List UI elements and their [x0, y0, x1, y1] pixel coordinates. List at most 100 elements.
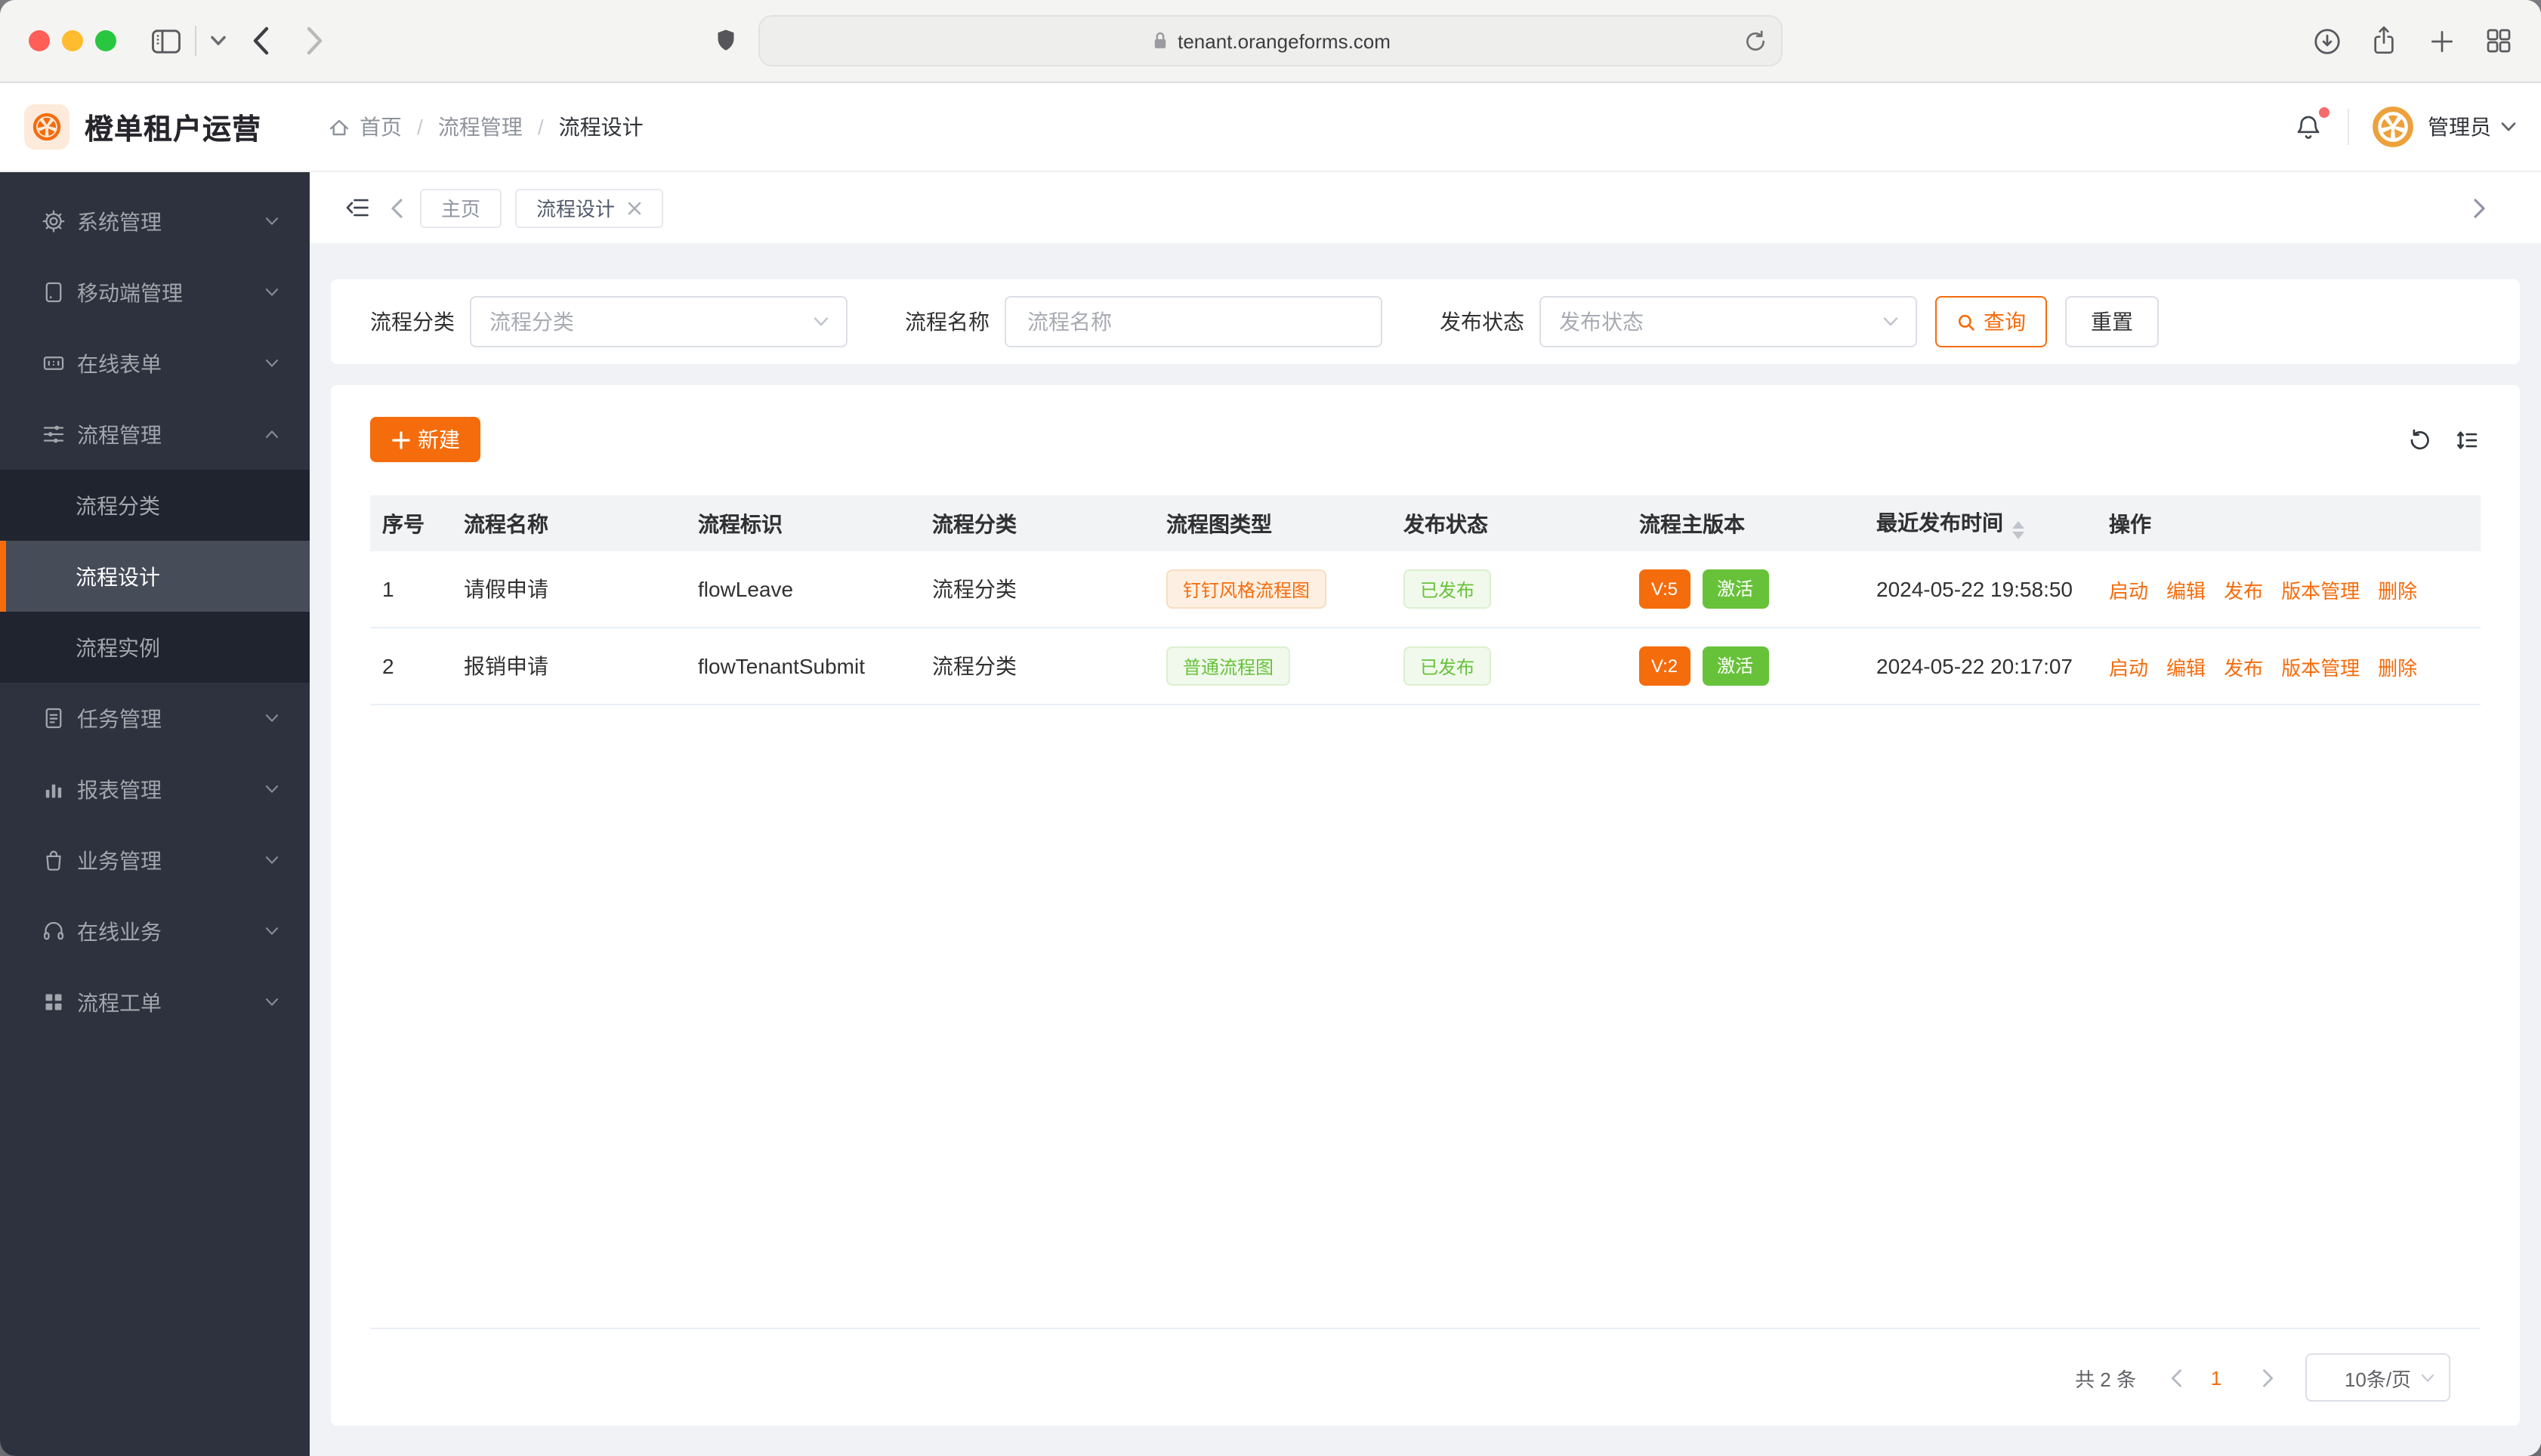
page-number[interactable]: 1 — [2195, 1366, 2237, 1389]
sidebar-item-flow-design[interactable]: 流程设计 — [0, 541, 310, 612]
download-icon[interactable] — [2311, 25, 2343, 57]
action-delete-link[interactable]: 删除 — [2378, 656, 2417, 679]
filter-category-select[interactable]: 流程分类 — [470, 296, 848, 347]
form-icon — [41, 350, 66, 376]
tasks-icon — [41, 705, 66, 731]
breadcrumb-separator: / — [537, 115, 544, 139]
version-badge: V:2 — [1639, 646, 1690, 686]
tab-home[interactable]: 主页 — [420, 188, 502, 227]
action-delete-link[interactable]: 删除 — [2378, 579, 2417, 602]
screen: tenant.orangeforms.com 橙单租户运营 首页 / 流程管理 … — [0, 0, 2541, 1456]
menu-fold-icon[interactable] — [344, 195, 370, 221]
plus-icon — [391, 430, 410, 449]
breadcrumb-home[interactable]: 首页 — [360, 112, 402, 142]
sidebar-item-task-mgmt[interactable]: 任务管理 — [0, 683, 310, 754]
cell-flow-category: 流程分类 — [932, 551, 1166, 628]
notifications-button[interactable] — [2293, 106, 2330, 143]
sidebar-item-workflow-order[interactable]: 流程工单 — [0, 967, 310, 1038]
app-logo citrus-icon — [24, 104, 69, 150]
select-placeholder: 发布状态 — [1559, 310, 1644, 334]
filter-name-input[interactable] — [1024, 308, 1363, 335]
table-row: 1 请假申请 flowLeave 流程分类 钉钉风格流程图 已发布 V:5 激活 … — [370, 551, 2481, 628]
tab-flow-design[interactable]: 流程设计 — [515, 188, 664, 227]
col-publish-status: 发布状态 — [1403, 495, 1639, 551]
sidebar-toggle-icon[interactable] — [151, 28, 181, 54]
url-bar[interactable]: tenant.orangeforms.com — [758, 15, 1783, 66]
app-title: 橙单租户运营 — [85, 114, 262, 146]
action-version-mgmt-link[interactable]: 版本管理 — [2281, 579, 2360, 602]
reset-button-label: 重置 — [2091, 310, 2133, 334]
sidebar-item-workflow-mgmt[interactable]: 流程管理 — [0, 399, 310, 470]
close-tab-icon[interactable] — [627, 200, 642, 215]
minimize-window-button[interactable] — [62, 30, 83, 51]
refresh-icon[interactable] — [2407, 427, 2432, 452]
sidebar-item-label: 流程管理 — [77, 422, 162, 446]
action-publish-link[interactable]: 发布 — [2224, 656, 2263, 679]
sidebar-item-online-forms[interactable]: 在线表单 — [0, 328, 310, 399]
user-name[interactable]: 管理员 — [2428, 112, 2491, 142]
table-card: 新建 序号 流程名称 流程标识 流程分类 流程图类型 发布状态 流程主版本 最近… — [331, 385, 2520, 1426]
action-start-link[interactable]: 启动 — [2109, 656, 2148, 679]
col-diagram-type: 流程图类型 — [1166, 495, 1403, 551]
sidebar-item-flow-instance[interactable]: 流程实例 — [0, 612, 310, 683]
filter-status-label: 发布状态 — [1440, 310, 1524, 334]
cell-published-time: 2024-05-22 20:17:07 — [1876, 628, 2109, 705]
action-version-mgmt-link[interactable]: 版本管理 — [2281, 656, 2360, 679]
chevron-down-icon — [2420, 1372, 2435, 1383]
search-icon — [1956, 312, 1976, 332]
tabs-scroll-left-icon[interactable] — [390, 197, 403, 218]
forward-icon[interactable] — [305, 26, 325, 56]
chevron-down-icon — [1882, 316, 1899, 328]
sidebar-item-system-mgmt[interactable]: 系统管理 — [0, 186, 310, 257]
breadcrumb-separator: / — [417, 115, 423, 139]
mobile-icon — [41, 279, 66, 305]
sliders-icon — [41, 421, 66, 447]
lock-icon — [1150, 30, 1169, 51]
window-controls — [29, 30, 116, 51]
new-tab-icon[interactable] — [2428, 26, 2456, 55]
cell-flow-name: 请假申请 — [464, 551, 698, 628]
page-size-select[interactable]: 10条/页 — [2305, 1353, 2450, 1402]
back-icon[interactable] — [251, 26, 270, 56]
tabs-scroll-right-icon[interactable] — [2473, 197, 2487, 218]
avatar citrus-icon[interactable] — [2370, 104, 2416, 150]
share-icon[interactable] — [2369, 24, 2399, 57]
home-icon[interactable] — [328, 116, 350, 138]
col-actions: 操作 — [2109, 495, 2481, 551]
action-edit-link[interactable]: 编辑 — [2166, 656, 2206, 679]
zoom-window-button[interactable] — [95, 30, 116, 51]
header-divider — [2348, 109, 2349, 145]
create-button[interactable]: 新建 — [370, 417, 480, 462]
cell-published-time: 2024-05-22 19:58:50 — [1876, 551, 2109, 628]
toolbar-chevron-down-icon[interactable] — [210, 35, 227, 47]
sidebar-item-mobile-mgmt[interactable]: 移动端管理 — [0, 257, 310, 328]
action-publish-link[interactable]: 发布 — [2224, 579, 2263, 602]
action-edit-link[interactable]: 编辑 — [2166, 579, 2206, 602]
next-page-icon[interactable] — [2262, 1368, 2275, 1387]
sidebar-item-online-business[interactable]: 在线业务 — [0, 896, 310, 967]
sort-carets-icon[interactable] — [2012, 521, 2024, 539]
sidebar-item-flow-category[interactable]: 流程分类 — [0, 470, 310, 541]
url-text: tenant.orangeforms.com — [1178, 29, 1391, 52]
sidebar-item-label: 报表管理 — [77, 777, 162, 801]
sidebar-item-report-mgmt[interactable]: 报表管理 — [0, 754, 310, 825]
prev-page-icon[interactable] — [2169, 1368, 2183, 1387]
filter-status-select[interactable]: 发布状态 — [1539, 296, 1917, 347]
breadcrumb-item[interactable]: 流程管理 — [438, 112, 523, 142]
query-button[interactable]: 查询 — [1935, 296, 2047, 347]
reload-icon[interactable] — [1743, 29, 1768, 54]
user-menu-chevron-down-icon[interactable] — [2500, 121, 2517, 133]
col-published-time[interactable]: 最近发布时间 — [1876, 495, 2109, 551]
table-header-row: 序号 流程名称 流程标识 流程分类 流程图类型 发布状态 流程主版本 最近发布时… — [370, 495, 2481, 551]
cell-flow-key: flowTenantSubmit — [698, 628, 932, 705]
shield-icon[interactable] — [713, 26, 739, 56]
action-start-link[interactable]: 启动 — [2109, 579, 2148, 602]
sidebar-item-business-mgmt[interactable]: 业务管理 — [0, 825, 310, 896]
tab-overview-icon[interactable] — [2484, 26, 2514, 56]
reset-button[interactable]: 重置 — [2065, 296, 2159, 347]
close-window-button[interactable] — [29, 30, 50, 51]
row-density-icon[interactable] — [2453, 427, 2481, 452]
filter-bar: 流程分类 流程分类 流程名称 发布状态 发布状态 — [331, 279, 2520, 364]
sidebar-subitem-label: 流程设计 — [76, 564, 160, 588]
active-status-badge: 激活 — [1702, 569, 1769, 609]
